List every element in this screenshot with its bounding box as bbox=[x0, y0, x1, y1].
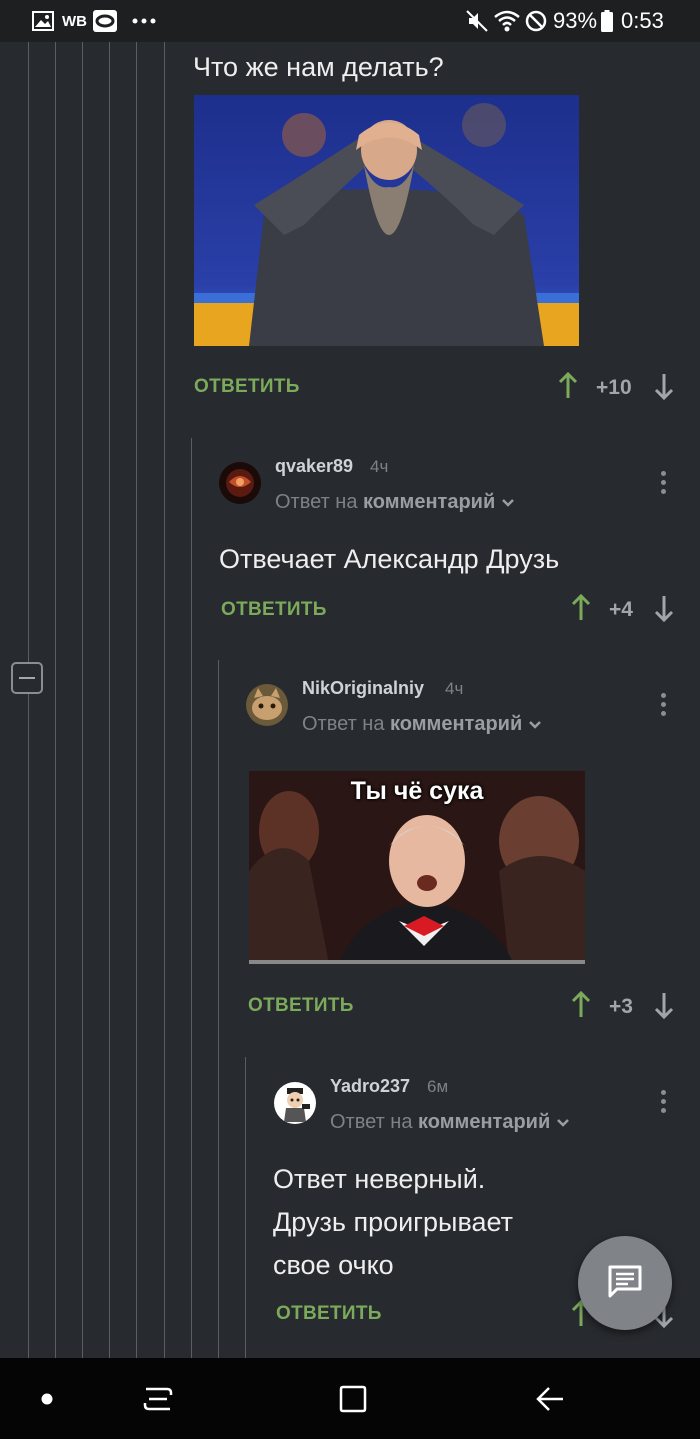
reply-button[interactable]: ОТВЕТИТЬ bbox=[248, 995, 354, 1017]
comments-thread[interactable]: Что же нам делать? ОТВЕТИТЬ +10 qvaker89… bbox=[0, 42, 700, 1358]
image-caption: Ты чё сука bbox=[350, 777, 484, 805]
upvote-icon[interactable] bbox=[571, 593, 591, 627]
more-options-icon[interactable] bbox=[661, 1090, 667, 1117]
system-navigation-bar bbox=[0, 1358, 700, 1439]
thread-line bbox=[109, 42, 110, 1358]
notification-icon bbox=[92, 0, 118, 42]
chevron-down-icon bbox=[501, 491, 515, 513]
comment-text: Отвечает Александр Друзь bbox=[219, 544, 560, 574]
home-icon[interactable] bbox=[333, 1358, 373, 1439]
username[interactable]: Yadro237 bbox=[330, 1076, 410, 1097]
thread-line bbox=[191, 438, 192, 1358]
username[interactable]: NikOriginalniy bbox=[302, 678, 424, 699]
reply-to-link[interactable]: Ответ на комментарий bbox=[302, 713, 542, 736]
more-options-icon[interactable] bbox=[661, 693, 667, 720]
chevron-down-icon bbox=[556, 1111, 570, 1133]
reply-to-link[interactable]: Ответ на комментарий bbox=[330, 1111, 570, 1134]
username[interactable]: qvaker89 bbox=[275, 456, 353, 477]
comment-score: +3 bbox=[609, 995, 633, 1018]
status-bar: WB 93% 0:53 bbox=[0, 0, 700, 42]
battery-icon bbox=[601, 0, 613, 42]
comment-time: 6м bbox=[427, 1077, 449, 1096]
upvote-icon[interactable] bbox=[571, 990, 591, 1024]
thread-line bbox=[218, 660, 219, 1358]
downvote-icon[interactable] bbox=[654, 594, 674, 627]
more-options-icon[interactable] bbox=[661, 471, 667, 498]
more-icon bbox=[132, 0, 156, 42]
mute-icon bbox=[465, 0, 489, 42]
battery-percent: 93% bbox=[553, 8, 598, 33]
comment-text-line: свое очко bbox=[273, 1250, 394, 1280]
reply-button[interactable]: ОТВЕТИТЬ bbox=[194, 376, 300, 398]
avatar[interactable] bbox=[274, 1082, 316, 1124]
thread-line bbox=[55, 42, 56, 1358]
collapse-thread-button[interactable] bbox=[11, 662, 43, 694]
downvote-icon[interactable] bbox=[654, 372, 674, 405]
reply-button[interactable]: ОТВЕТИТЬ bbox=[221, 599, 327, 621]
chevron-down-icon bbox=[528, 713, 542, 735]
thread-line bbox=[82, 42, 83, 1358]
back-icon[interactable] bbox=[530, 1358, 570, 1439]
reply-button[interactable]: ОТВЕТИТЬ bbox=[276, 1303, 382, 1325]
comment-score: +10 bbox=[596, 376, 632, 399]
thread-line bbox=[164, 42, 165, 1358]
comment-score: +4 bbox=[609, 598, 633, 621]
comment-time: 4ч bbox=[445, 679, 464, 698]
comment-text-line: Друзь проигрывает bbox=[273, 1207, 513, 1237]
write-comment-button[interactable] bbox=[578, 1236, 672, 1330]
recent-apps-icon[interactable] bbox=[138, 1358, 178, 1439]
avatar[interactable] bbox=[246, 684, 288, 726]
clock: 0:53 bbox=[621, 8, 664, 33]
thread-line bbox=[136, 42, 137, 1358]
reply-to-link[interactable]: Ответ на комментарий bbox=[275, 491, 515, 514]
carrier-label: WB bbox=[62, 12, 87, 30]
downvote-icon[interactable] bbox=[654, 991, 674, 1024]
dot-icon[interactable] bbox=[27, 1358, 67, 1439]
comment-image[interactable] bbox=[194, 95, 579, 346]
wifi-icon bbox=[494, 0, 520, 42]
comment-icon bbox=[607, 1264, 643, 1303]
comment-image[interactable]: Ты чё сука bbox=[249, 771, 585, 964]
thread-line bbox=[28, 42, 29, 1358]
comment-time: 4ч bbox=[370, 457, 389, 476]
upvote-icon[interactable] bbox=[558, 371, 578, 405]
comment-text: Что же нам делать? bbox=[193, 52, 444, 82]
thread-line bbox=[245, 1057, 246, 1358]
comment-text-line: Ответ неверный. bbox=[273, 1164, 486, 1194]
dnd-icon bbox=[525, 0, 547, 42]
gallery-icon bbox=[32, 0, 54, 42]
avatar[interactable] bbox=[219, 462, 261, 504]
